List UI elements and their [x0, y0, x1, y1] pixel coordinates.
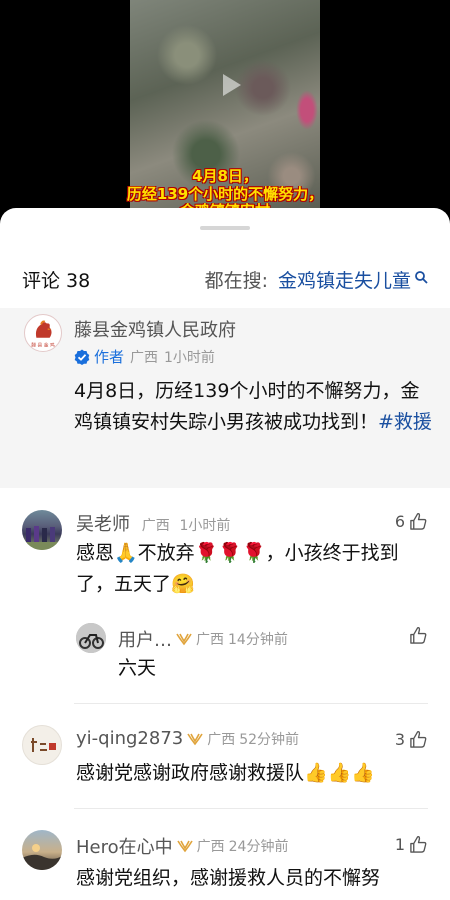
comment-location: 广西 [207, 731, 236, 748]
calligraphy-avatar-icon [31, 738, 56, 752]
pinned-location: 广西 [130, 349, 159, 366]
reply-time: 14分钟前 [228, 632, 288, 648]
motorcycle-photo-icon [76, 623, 106, 653]
comment-location: 广西 [141, 518, 170, 534]
reply-username-text[interactable]: 用户… [118, 626, 172, 652]
reply-avatar[interactable] [76, 623, 106, 653]
search-prefix-label: 都在搜: [204, 270, 268, 292]
thumbs-up-icon[interactable] [409, 835, 428, 854]
comment-username-text[interactable]: 吴老师 [76, 514, 130, 535]
comment-username[interactable]: 吴老师 广西 1小时前 [76, 510, 230, 536]
pinned-username[interactable]: 藤县金鸡镇人民政府 [74, 316, 236, 342]
reply-username[interactable]: 用户… 广西 14分钟前 [118, 626, 288, 652]
comment-username[interactable]: Hero在心中 广西 24分钟前 [76, 833, 288, 859]
like-count: 6 [394, 512, 405, 531]
comment-username-text[interactable]: yi-qing2873 [76, 728, 183, 749]
comment-time: 52分钟前 [239, 731, 300, 748]
vip-badge-icon [187, 733, 203, 745]
user-avatar[interactable] [22, 830, 62, 870]
search-term-link[interactable]: 金鸡镇走失儿童 [278, 266, 411, 293]
like-button[interactable]: 1 [395, 835, 428, 854]
comment-username[interactable]: yi-qing2873 广西 52分钟前 [76, 728, 299, 749]
reply-like-button[interactable] [405, 626, 428, 645]
reply-location: 广西 [196, 632, 224, 648]
comments-header: 评论 38 都在搜: 金鸡镇走失儿童 [0, 260, 450, 300]
drag-handle[interactable] [200, 226, 250, 230]
pinned-text-main: 4月8日，历经139个小时的不懈努力，金鸡镇镇安村失踪小男孩被成功找到！ [74, 380, 420, 433]
comment-username-text[interactable]: Hero在心中 [76, 833, 173, 859]
verified-icon [74, 349, 90, 365]
comments-count-title: 评论 38 [22, 270, 91, 292]
like-count: 3 [394, 730, 405, 749]
comment-divider [74, 808, 428, 809]
user-avatar[interactable] [22, 725, 62, 765]
like-button[interactable]: 3 [395, 730, 428, 749]
comment-text: 感谢党组织，感谢援救人员的不懈努 [76, 867, 381, 889]
author-badge-label: 作者 [94, 348, 125, 366]
comment-text: 感谢党感谢政府感谢救援队👍👍👍 [76, 762, 375, 784]
pinned-author-comment[interactable]: 滕 县 金 鸡 藤县金鸡镇人民政府 作者 广西 1小时前 4月8日，历经139个… [0, 308, 450, 488]
like-button[interactable]: 6 [395, 512, 428, 531]
author-badge: 作者 [74, 346, 124, 367]
thumbs-up-icon[interactable] [409, 512, 428, 531]
pinned-meta: 作者 广西 1小时前 [74, 346, 215, 367]
pinned-time: 1小时前 [164, 349, 215, 366]
landscape-photo-icon [22, 844, 62, 870]
hashtag-link[interactable]: #救援 [378, 411, 432, 433]
like-count: 1 [394, 835, 405, 854]
search-icon[interactable] [414, 270, 428, 284]
video-player[interactable]: 4月8日， 历经139个小时的不懈努力， 金鸡镇镇安村 [0, 0, 450, 220]
thumbs-up-icon[interactable] [409, 626, 428, 645]
comment-text: 感恩🙏不放弃🌹🌹🌹，小孩终于找到了，五天了🤗 [76, 542, 399, 595]
video-subtitle-line1: 4月8日， [192, 168, 258, 185]
video-scene-detail [296, 90, 318, 130]
play-icon[interactable] [213, 68, 247, 102]
pinned-comment-text: 4月8日，历经139个小时的不懈努力，金鸡镇镇安村失踪小男孩被成功找到！#救援 [74, 376, 434, 438]
comment-time: 1小时前 [179, 518, 231, 534]
comment-divider [74, 703, 428, 704]
vip-badge-icon [176, 840, 193, 853]
svg-text:滕 县 金 鸡: 滕 县 金 鸡 [31, 341, 55, 348]
video-frame[interactable]: 4月8日， 历经139个小时的不懈努力， 金鸡镇镇安村 [127, 0, 323, 220]
group-photo-icon [22, 526, 62, 550]
vip-badge-icon [176, 633, 192, 646]
user-avatar[interactable] [22, 510, 62, 550]
reply-text: 六天 [118, 657, 157, 679]
comment-time: 24分钟前 [228, 839, 289, 855]
rooster-logo-icon: 滕 县 金 鸡 [31, 320, 55, 348]
comment-location: 广西 [196, 839, 225, 855]
gov-avatar[interactable]: 滕 县 金 鸡 [24, 314, 62, 352]
thumbs-up-icon[interactable] [409, 730, 428, 749]
video-subtitle-line2: 历经139个小时的不懈努力， [126, 186, 324, 203]
trending-search-link[interactable]: 都在搜: 金鸡镇走失儿童 [205, 266, 428, 293]
comments-sheet: 评论 38 都在搜: 金鸡镇走失儿童 滕 县 金 鸡 藤县金鸡镇人民政府 作者 … [0, 208, 450, 900]
